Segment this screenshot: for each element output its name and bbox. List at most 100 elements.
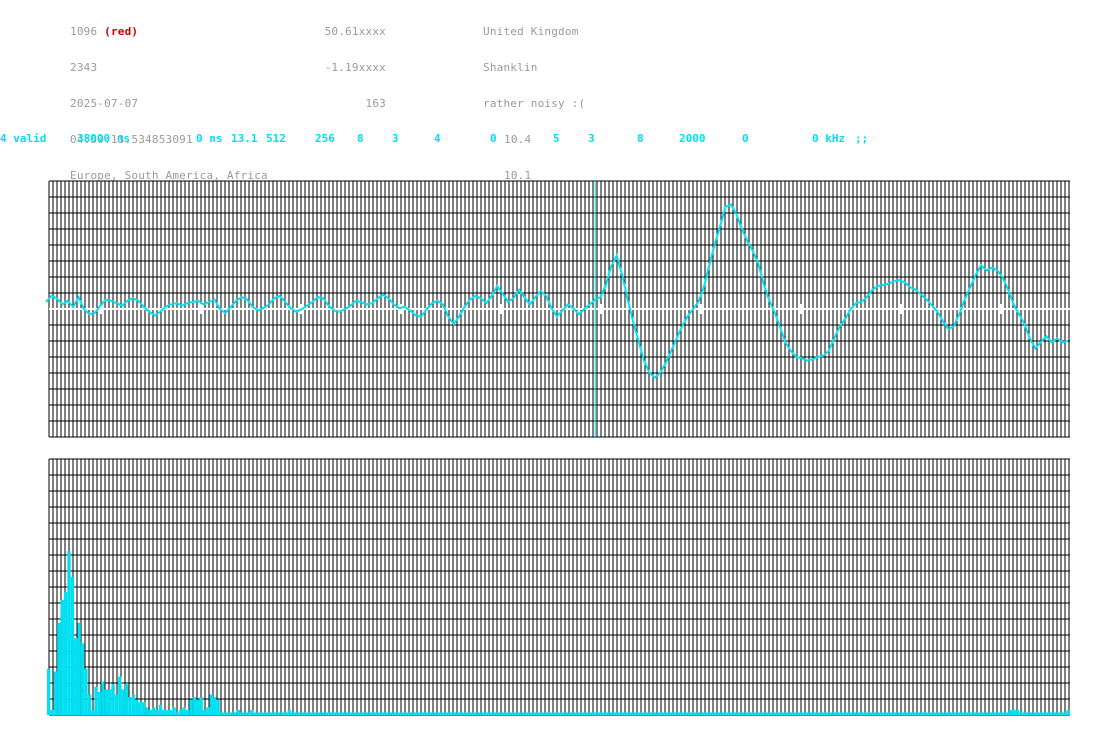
spectrum-bar — [453, 712, 457, 715]
spectrum-bar — [301, 712, 305, 715]
spectrum-bar — [883, 712, 888, 715]
spectrum-bar — [937, 712, 942, 715]
spectrum-bar — [60, 599, 64, 715]
spectrum-bar — [985, 712, 989, 715]
spectrum-bar — [145, 707, 149, 715]
spectrum-bar — [141, 702, 146, 715]
spectrum-bar — [538, 712, 542, 715]
spectrum-bar — [236, 709, 241, 715]
spectrum-bar — [345, 712, 349, 715]
spectrum-bar — [246, 712, 251, 715]
spectrum-bar — [229, 712, 234, 715]
spectrum-bar — [490, 712, 495, 715]
spectrum-bar — [392, 712, 396, 715]
spectrum-bar — [910, 712, 915, 715]
spectrum-bar — [277, 712, 281, 715]
spectrum-bar — [995, 712, 999, 715]
spectrum-bar — [162, 709, 166, 715]
spectrum-bar — [212, 697, 217, 715]
spectrum-bar — [629, 712, 634, 715]
spectrum-bar — [280, 712, 285, 715]
spectrum-bar — [805, 712, 810, 715]
spectrum-bar — [843, 712, 847, 715]
spectrum-bar — [572, 712, 576, 715]
spectrum-bar — [209, 694, 213, 715]
spectrum-bar — [77, 622, 81, 715]
spectrum-bar — [961, 712, 965, 715]
spectrum-bar — [423, 712, 427, 715]
spectrum-bar — [585, 712, 589, 715]
grid-lines — [48, 458, 1070, 716]
spectrum-bar — [152, 707, 156, 715]
spectrum-bar — [622, 712, 627, 715]
spectrum-bar — [135, 699, 139, 715]
spectrum-bar — [1036, 712, 1040, 715]
spectrum-bar — [683, 712, 688, 715]
spectrum-bar — [653, 712, 657, 715]
spectrum-bar — [331, 712, 335, 715]
spectrum-bar — [558, 712, 562, 715]
spectrum-bar — [284, 712, 288, 715]
spectrum-bar — [368, 712, 373, 715]
spectrum-bar — [1066, 709, 1070, 715]
spectrum-bar — [104, 689, 108, 715]
spectrum-bar — [795, 712, 800, 715]
spectrum-bar — [158, 704, 163, 715]
spectrum-bar — [334, 712, 339, 715]
spectrum-bar — [382, 712, 386, 715]
spectrum-bar — [907, 712, 911, 715]
spectrum-bar — [67, 551, 71, 715]
spectrum-bar — [528, 712, 532, 715]
spectrum-bar — [602, 712, 606, 715]
spectrum-bar — [456, 712, 461, 715]
spectrum-bar — [551, 712, 556, 715]
spectrum-bar — [785, 712, 789, 715]
spectrum-bar — [978, 712, 982, 715]
spectrum-bar — [751, 712, 755, 715]
spectrum-bar — [467, 712, 471, 715]
spectrum-bar — [1059, 712, 1064, 715]
spectrum-bar — [700, 712, 705, 715]
spectrum-bar — [348, 712, 352, 715]
spectrum-bar — [446, 712, 451, 715]
spectrum-bar — [500, 712, 505, 715]
spectrum-bar — [1063, 712, 1067, 715]
spectrum-bar — [612, 712, 617, 715]
spectrum-bar — [792, 712, 796, 715]
spectrum-bar — [954, 712, 959, 715]
spectrum-bar — [575, 712, 579, 715]
spectrum-bar — [863, 712, 867, 715]
spectrum-bar — [968, 712, 972, 715]
spectrum-bar — [1002, 712, 1006, 715]
spectrum-bar — [240, 712, 244, 715]
spectrum-bar — [521, 712, 525, 715]
spectrum-bar — [544, 712, 549, 715]
spectrum-bar — [971, 712, 976, 715]
spectrum-bar — [839, 712, 844, 715]
spectrum-bar — [128, 697, 132, 715]
spectrum-bar — [856, 712, 860, 715]
spectrum-bar — [47, 668, 51, 715]
spectrum-bar — [771, 712, 776, 715]
spectrum-bar — [924, 712, 928, 715]
spectrum-bar — [311, 712, 315, 715]
spectrum-bar — [734, 712, 739, 715]
spectrum-bar — [853, 712, 857, 715]
spectrum-bar — [873, 712, 877, 715]
spectrum-bar — [565, 712, 569, 715]
spectrum-bar — [870, 712, 874, 715]
spectrum-bar — [714, 712, 718, 715]
spectrum-bar — [1022, 712, 1026, 715]
spectrum-bar — [588, 712, 593, 715]
spectrum-bar — [111, 684, 115, 715]
spectrum-bar — [616, 712, 620, 715]
spectrum-bar — [290, 712, 295, 715]
spectrum-bar — [94, 686, 98, 715]
spectrum-bar — [362, 712, 366, 715]
spectrum-bar — [900, 712, 905, 715]
spectrum-bar — [507, 712, 512, 715]
spectrum-bar — [480, 712, 484, 715]
spectrum-bar — [866, 712, 871, 715]
spectrum-bar — [697, 712, 701, 715]
spectrum-bar — [1046, 712, 1050, 715]
